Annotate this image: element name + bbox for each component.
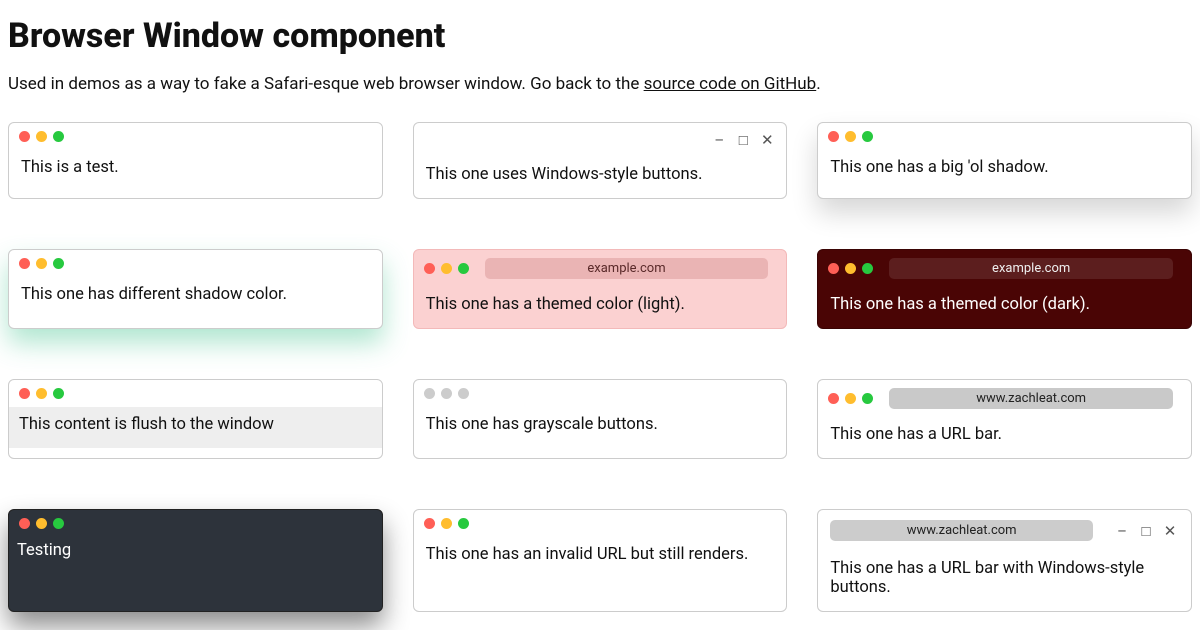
- minimize-icon[interactable]: –: [1115, 522, 1129, 540]
- minimize-icon[interactable]: [36, 388, 47, 399]
- intro-paragraph: Used in demos as a way to fake a Safari-…: [8, 74, 1192, 94]
- traffic-lights: [828, 393, 873, 404]
- titlebar: [414, 380, 787, 407]
- browser-window: This one has a big 'ol shadow.: [817, 122, 1192, 199]
- minimize-icon[interactable]: [845, 131, 856, 142]
- titlebar: example.com: [414, 250, 787, 287]
- browser-window: This content is flush to the window: [8, 379, 383, 459]
- source-link[interactable]: source code on GitHub: [644, 74, 817, 94]
- titlebar: [9, 380, 382, 407]
- minimize-icon[interactable]: [36, 518, 47, 529]
- maximize-icon[interactable]: [862, 263, 873, 274]
- window-content: This one has a themed color (dark).: [818, 287, 1191, 328]
- maximize-icon[interactable]: □: [1139, 522, 1153, 540]
- browser-window: – □ ✕ This one uses Windows-style button…: [413, 122, 788, 199]
- close-icon[interactable]: [828, 263, 839, 274]
- traffic-lights: [19, 131, 64, 142]
- url-bar[interactable]: www.zachleat.com: [889, 388, 1173, 409]
- titlebar: www.zachleat.com – □ ✕: [818, 510, 1191, 551]
- close-icon[interactable]: [424, 263, 435, 274]
- close-icon[interactable]: [19, 518, 30, 529]
- maximize-icon[interactable]: [458, 518, 469, 529]
- window-content: This one has different shadow color.: [9, 277, 382, 318]
- window-content: This one has a big 'ol shadow.: [818, 150, 1191, 191]
- window-content: Testing: [9, 537, 382, 574]
- windows-controls: – □ ✕: [712, 131, 776, 149]
- close-icon[interactable]: [19, 258, 30, 269]
- minimize-icon[interactable]: [441, 388, 452, 399]
- close-icon[interactable]: [19, 131, 30, 142]
- window-content: This is a test.: [9, 150, 382, 191]
- close-icon[interactable]: [828, 131, 839, 142]
- browser-window: example.com This one has a themed color …: [413, 249, 788, 329]
- window-content: This one has grayscale buttons.: [414, 407, 787, 448]
- traffic-lights: [19, 258, 64, 269]
- browser-window: www.zachleat.com This one has a URL bar.: [817, 379, 1192, 459]
- windows-controls: – □ ✕: [1115, 522, 1179, 540]
- window-content: This one has an invalid URL but still re…: [414, 537, 787, 578]
- titlebar: example.com: [818, 250, 1191, 287]
- titlebar: [9, 510, 382, 537]
- browser-window: www.zachleat.com – □ ✕ This one has a UR…: [817, 509, 1192, 612]
- browser-window: This one has different shadow color.: [8, 249, 383, 329]
- minimize-icon[interactable]: [441, 518, 452, 529]
- maximize-icon[interactable]: [862, 393, 873, 404]
- window-content: This one has a URL bar with Windows-styl…: [818, 551, 1191, 611]
- intro-text: Used in demos as a way to fake a Safari-…: [8, 74, 644, 94]
- titlebar: [414, 510, 787, 537]
- traffic-lights: [19, 518, 64, 529]
- minimize-icon[interactable]: [441, 263, 452, 274]
- maximize-icon[interactable]: [458, 388, 469, 399]
- url-bar[interactable]: example.com: [889, 258, 1173, 279]
- browser-window: example.com This one has a themed color …: [817, 249, 1192, 329]
- close-icon[interactable]: ✕: [760, 131, 774, 149]
- minimize-icon[interactable]: –: [712, 131, 726, 149]
- url-bar[interactable]: www.zachleat.com: [830, 520, 1093, 541]
- titlebar: [9, 250, 382, 277]
- browser-window: Testing: [8, 509, 383, 612]
- close-icon[interactable]: [424, 518, 435, 529]
- close-icon[interactable]: ✕: [1163, 522, 1177, 540]
- traffic-lights: [424, 388, 469, 399]
- traffic-lights: [19, 388, 64, 399]
- window-content: This one uses Windows-style buttons.: [414, 157, 787, 198]
- url-bar[interactable]: example.com: [485, 258, 769, 279]
- minimize-icon[interactable]: [36, 131, 47, 142]
- browser-window: This one has an invalid URL but still re…: [413, 509, 788, 612]
- browser-window: This one has grayscale buttons.: [413, 379, 788, 459]
- traffic-lights: [828, 263, 873, 274]
- window-content: This content is flush to the window: [9, 407, 382, 448]
- traffic-lights: [424, 518, 469, 529]
- minimize-icon[interactable]: [845, 263, 856, 274]
- maximize-icon[interactable]: [53, 131, 64, 142]
- maximize-icon[interactable]: [53, 388, 64, 399]
- browser-window: This is a test.: [8, 122, 383, 199]
- maximize-icon[interactable]: [53, 518, 64, 529]
- page-title: Browser Window component: [8, 16, 1192, 56]
- close-icon[interactable]: [424, 388, 435, 399]
- close-icon[interactable]: [828, 393, 839, 404]
- titlebar: – □ ✕: [414, 123, 787, 157]
- close-icon[interactable]: [19, 388, 30, 399]
- intro-text-after: .: [816, 74, 820, 94]
- maximize-icon[interactable]: [458, 263, 469, 274]
- traffic-lights: [424, 263, 469, 274]
- demo-grid: This is a test. – □ ✕ This one uses Wind…: [8, 122, 1192, 612]
- window-content: This one has a URL bar.: [818, 417, 1191, 458]
- titlebar: [818, 123, 1191, 150]
- minimize-icon[interactable]: [845, 393, 856, 404]
- minimize-icon[interactable]: [36, 258, 47, 269]
- titlebar: [9, 123, 382, 150]
- window-content: This one has a themed color (light).: [414, 287, 787, 328]
- maximize-icon[interactable]: □: [736, 131, 750, 149]
- maximize-icon[interactable]: [862, 131, 873, 142]
- maximize-icon[interactable]: [53, 258, 64, 269]
- traffic-lights: [828, 131, 873, 142]
- titlebar: www.zachleat.com: [818, 380, 1191, 417]
